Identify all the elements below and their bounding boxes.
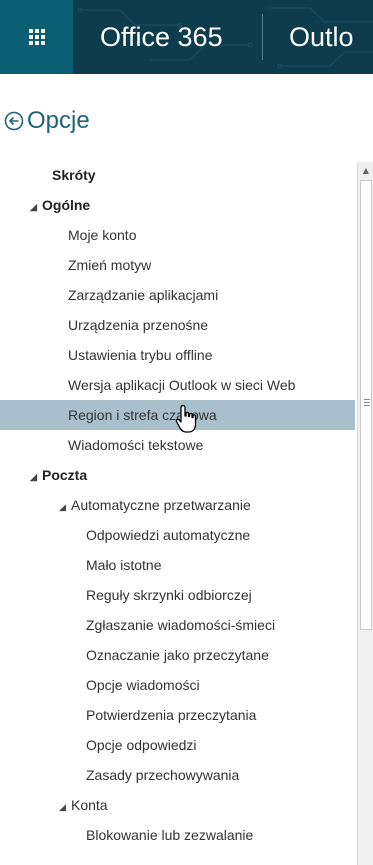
nav-item[interactable]: Zarządzanie aplikacjami — [0, 280, 355, 310]
office-365-brand[interactable]: Office 365 — [100, 22, 223, 53]
nav-item[interactable]: Wersja aplikacji Outlook w sieci Web — [0, 370, 355, 400]
nav-item[interactable]: Opcje wiadomości — [0, 670, 355, 700]
top-bar: Office 365 Outlo — [0, 0, 373, 74]
expand-caret-icon[interactable]: ◢ — [59, 792, 71, 822]
app-launcher-waffle-icon — [28, 29, 45, 45]
scroll-up-arrow-icon[interactable]: ▲ — [358, 162, 373, 178]
header-divider — [262, 14, 263, 60]
nav-item-label: Wersja aplikacji Outlook w sieci Web — [68, 377, 296, 393]
scrollbar-thumb[interactable] — [360, 180, 372, 630]
nav-item-label: Wiadomości tekstowe — [68, 437, 204, 453]
nav-item[interactable]: Odpowiedzi automatyczne — [0, 520, 355, 550]
nav-item[interactable]: Urządzenia przenośne — [0, 310, 355, 340]
nav-item-label: Konta — [71, 797, 108, 813]
nav-item-label: Ustawienia trybu offline — [68, 347, 213, 363]
nav-item-label: Zarządzanie aplikacjami — [68, 287, 219, 303]
nav-item-label: Odpowiedzi automatyczne — [86, 527, 251, 543]
nav-scrollbar[interactable]: ▲ — [357, 162, 373, 865]
nav-item[interactable]: Reguły skrzynki odbiorczej — [0, 580, 355, 610]
nav-item-label: Reguły skrzynki odbiorczej — [86, 587, 252, 603]
app-launcher-button[interactable] — [0, 0, 73, 74]
nav-item-label: Poczta — [42, 467, 88, 483]
thumb-grip — [364, 399, 370, 408]
nav-item-label: Automatyczne przetwarzanie — [71, 497, 251, 513]
options-navigation: Skróty ◢ Ogólne Moje konto Zmień motyw Zarząd… — [0, 160, 355, 850]
nav-item-label: Zgłaszanie wiadomości-śmieci — [86, 617, 276, 633]
nav-item[interactable]: Zgłaszanie wiadomości-śmieci — [0, 610, 355, 640]
nav-item[interactable]: ◢ Poczta — [0, 460, 355, 490]
nav-item[interactable]: Potwierdzenia przeczytania — [0, 700, 355, 730]
nav-item[interactable]: Zmień motyw — [0, 250, 355, 280]
back-arrow-circle-icon[interactable] — [4, 111, 24, 131]
expand-caret-icon[interactable]: ◢ — [30, 462, 42, 492]
expand-caret-icon[interactable]: ◢ — [59, 492, 71, 522]
nav-item[interactable]: Opcje odpowiedzi — [0, 730, 355, 760]
nav-item-label: Moje konto — [68, 227, 137, 243]
nav-item-label: Urządzenia przenośne — [68, 317, 209, 333]
nav-item[interactable]: ◢ Ogólne — [0, 190, 355, 220]
nav-item-label: Oznaczanie jako przeczytane — [86, 647, 269, 663]
nav-item-label: Skróty — [52, 167, 96, 183]
nav-item-label: Mało istotne — [86, 557, 162, 573]
nav-item-label: Ogólne — [42, 197, 91, 213]
page-title: Opcje — [27, 107, 90, 134]
options-header: Opcje — [4, 107, 90, 135]
nav-item-label: Opcje wiadomości — [86, 677, 200, 693]
nav-item-label: Opcje odpowiedzi — [86, 737, 197, 753]
nav-item-label: Zmień motyw — [68, 257, 152, 273]
nav-item[interactable]: ◢ Automatyczne przetwarzanie — [0, 490, 355, 520]
nav-item[interactable]: Moje konto — [0, 220, 355, 250]
nav-item[interactable]: Skróty — [0, 160, 355, 190]
hand-pointer-icon — [175, 404, 197, 433]
expand-caret-icon[interactable]: ◢ — [30, 192, 42, 222]
nav-item-label: Potwierdzenia przeczytania — [86, 707, 257, 723]
nav-item[interactable]: Ustawienia trybu offline — [0, 340, 355, 370]
app-title[interactable]: Outlo — [289, 22, 354, 53]
nav-item[interactable]: Oznaczanie jako przeczytane — [0, 640, 355, 670]
nav-item[interactable]: Blokowanie lub zezwalanie — [0, 820, 355, 850]
nav-item[interactable]: Mało istotne — [0, 550, 355, 580]
nav-item-label: Zasady przechowywania — [86, 767, 240, 783]
nav-item[interactable]: Zasady przechowywania — [0, 760, 355, 790]
nav-item-label: Blokowanie lub zezwalanie — [86, 827, 254, 843]
nav-item[interactable]: ◢ Konta — [0, 790, 355, 820]
